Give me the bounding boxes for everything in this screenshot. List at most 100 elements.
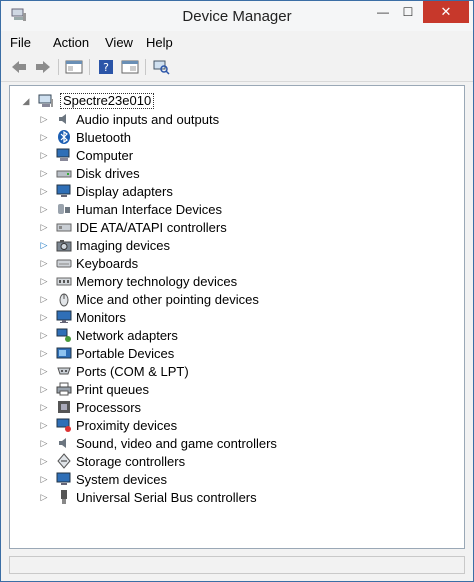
tree-item-memory-tech[interactable]: ▷ Memory technology devices bbox=[38, 272, 238, 290]
maximize-button[interactable]: ☐ bbox=[396, 1, 420, 23]
expand-icon[interactable]: ▷ bbox=[38, 293, 50, 305]
display-adapter-icon bbox=[56, 183, 72, 199]
tree-item-label: Processors bbox=[76, 399, 142, 415]
tree-item-label: Universal Serial Bus controllers bbox=[76, 489, 257, 505]
network-adapter-icon bbox=[56, 327, 72, 343]
tree-item-proximity[interactable]: ▷ Proximity devices bbox=[38, 416, 178, 434]
tree-item-keyboards[interactable]: ▷ Keyboards bbox=[38, 254, 139, 272]
port-icon bbox=[56, 363, 72, 379]
tree-root-label: Spectre23e010 bbox=[60, 93, 155, 109]
tree-item-print-queues[interactable]: ▷ Print queues bbox=[38, 380, 149, 398]
expand-icon[interactable]: ▷ bbox=[38, 365, 50, 377]
expand-icon[interactable]: ▷ bbox=[38, 203, 50, 215]
expand-icon[interactable]: ▷ bbox=[38, 257, 50, 269]
expand-icon[interactable]: ▷ bbox=[38, 329, 50, 341]
menu-file[interactable]: File bbox=[10, 35, 31, 50]
tree-item-label: Human Interface Devices bbox=[76, 201, 222, 217]
monitor-icon bbox=[56, 309, 72, 325]
tree-item-ports[interactable]: ▷ Ports (COM & LPT) bbox=[38, 362, 189, 380]
tree-item-label: Memory technology devices bbox=[76, 273, 238, 289]
tree-item-label: Print queues bbox=[76, 381, 149, 397]
proximity-icon bbox=[56, 417, 72, 433]
expand-icon[interactable]: ▷ bbox=[38, 473, 50, 485]
tree-item-monitors[interactable]: ▷ Monitors bbox=[38, 308, 126, 326]
speaker-icon bbox=[56, 111, 72, 127]
tree-item-mice[interactable]: ▷ Mice and other pointing devices bbox=[38, 290, 259, 308]
tree-item-label: Bluetooth bbox=[76, 129, 131, 145]
expand-icon[interactable]: ▷ bbox=[38, 401, 50, 413]
tree-root[interactable]: ◢ Spectre23e010 bbox=[20, 92, 155, 110]
camera-icon bbox=[56, 237, 72, 253]
expand-icon[interactable]: ▷ bbox=[38, 239, 50, 251]
minimize-button[interactable]: — bbox=[371, 1, 395, 23]
tree-item-computer[interactable]: ▷ Computer bbox=[38, 146, 134, 164]
tree-item-processors[interactable]: ▷ Processors bbox=[38, 398, 142, 416]
tree-item-label: Audio inputs and outputs bbox=[76, 111, 220, 127]
close-button[interactable]: ✕ bbox=[423, 1, 469, 23]
hid-icon bbox=[56, 201, 72, 217]
tree-item-system[interactable]: ▷ System devices bbox=[38, 470, 168, 488]
help-icon[interactable]: ? bbox=[97, 58, 115, 76]
storage-controller-icon bbox=[56, 453, 72, 469]
menu-action[interactable]: Action bbox=[53, 35, 89, 50]
tree-item-audio[interactable]: ▷ Audio inputs and outputs bbox=[38, 110, 220, 128]
tree-item-display-adapters[interactable]: ▷ Display adapters bbox=[38, 182, 173, 200]
back-arrow-icon[interactable] bbox=[10, 58, 28, 76]
expand-icon[interactable]: ▷ bbox=[38, 149, 50, 161]
tree-item-ide-ata[interactable]: ▷ IDE ATA/ATAPI controllers bbox=[38, 218, 227, 236]
expand-icon[interactable]: ▷ bbox=[38, 455, 50, 467]
mouse-icon bbox=[56, 291, 72, 307]
tree-item-label: Portable Devices bbox=[76, 345, 175, 361]
bluetooth-icon bbox=[56, 129, 72, 145]
tree-item-storage[interactable]: ▷ Storage controllers bbox=[38, 452, 185, 470]
expand-icon[interactable]: ▷ bbox=[38, 347, 50, 359]
expand-icon[interactable]: ▷ bbox=[38, 419, 50, 431]
portable-device-icon bbox=[56, 345, 72, 361]
properties-icon[interactable] bbox=[65, 58, 83, 76]
menu-help[interactable]: Help bbox=[146, 35, 173, 50]
tree-item-label: IDE ATA/ATAPI controllers bbox=[76, 219, 227, 235]
show-hide-icon[interactable] bbox=[121, 58, 139, 76]
expand-icon[interactable]: ▷ bbox=[38, 221, 50, 233]
usb-icon bbox=[56, 489, 72, 505]
tree-item-label: Display adapters bbox=[76, 183, 173, 199]
expand-icon[interactable]: ▷ bbox=[38, 491, 50, 503]
expand-icon[interactable]: ▷ bbox=[38, 167, 50, 179]
tree-item-label: Ports (COM & LPT) bbox=[76, 363, 189, 379]
expand-icon[interactable]: ▷ bbox=[38, 131, 50, 143]
tree-item-label: System devices bbox=[76, 471, 168, 487]
tree-item-hid[interactable]: ▷ Human Interface Devices bbox=[38, 200, 222, 218]
toolbar-separator bbox=[145, 59, 146, 75]
menu-view[interactable]: View bbox=[105, 35, 133, 50]
expand-icon[interactable]: ▷ bbox=[38, 311, 50, 323]
expand-icon[interactable]: ▷ bbox=[38, 437, 50, 449]
tree-item-label: Keyboards bbox=[76, 255, 139, 271]
tree-item-network[interactable]: ▷ Network adapters bbox=[38, 326, 178, 344]
toolbar-separator bbox=[58, 59, 59, 75]
forward-arrow-icon[interactable] bbox=[34, 58, 52, 76]
title-bar: Device Manager — ☐ ✕ bbox=[1, 1, 473, 31]
tree-item-usb[interactable]: ▷ Universal Serial Bus controllers bbox=[38, 488, 257, 506]
system-device-icon bbox=[56, 471, 72, 487]
computer-icon bbox=[38, 93, 54, 109]
expand-icon[interactable]: ▷ bbox=[38, 113, 50, 125]
tree-item-label: Mice and other pointing devices bbox=[76, 291, 259, 307]
memory-icon bbox=[56, 273, 72, 289]
expand-icon[interactable]: ▷ bbox=[38, 383, 50, 395]
device-tree-panel[interactable]: ◢ Spectre23e010 ▷ Audio inputs and outpu… bbox=[9, 85, 465, 549]
tree-item-bluetooth[interactable]: ▷ Bluetooth bbox=[38, 128, 131, 146]
tree-item-disk-drives[interactable]: ▷ Disk drives bbox=[38, 164, 140, 182]
tree-item-portable[interactable]: ▷ Portable Devices bbox=[38, 344, 175, 362]
collapse-icon[interactable]: ◢ bbox=[20, 95, 32, 107]
ide-controller-icon bbox=[56, 219, 72, 235]
toolbar: ? bbox=[1, 53, 473, 82]
expand-icon[interactable]: ▷ bbox=[38, 275, 50, 287]
scan-hardware-icon[interactable] bbox=[152, 58, 170, 76]
computer-icon bbox=[56, 147, 72, 163]
tree-item-label: Sound, video and game controllers bbox=[76, 435, 277, 451]
tree-item-imaging[interactable]: ▷ Imaging devices bbox=[38, 236, 170, 254]
keyboard-icon bbox=[56, 255, 72, 271]
tree-item-label: Network adapters bbox=[76, 327, 178, 343]
expand-icon[interactable]: ▷ bbox=[38, 185, 50, 197]
tree-item-sound-video[interactable]: ▷ Sound, video and game controllers bbox=[38, 434, 277, 452]
